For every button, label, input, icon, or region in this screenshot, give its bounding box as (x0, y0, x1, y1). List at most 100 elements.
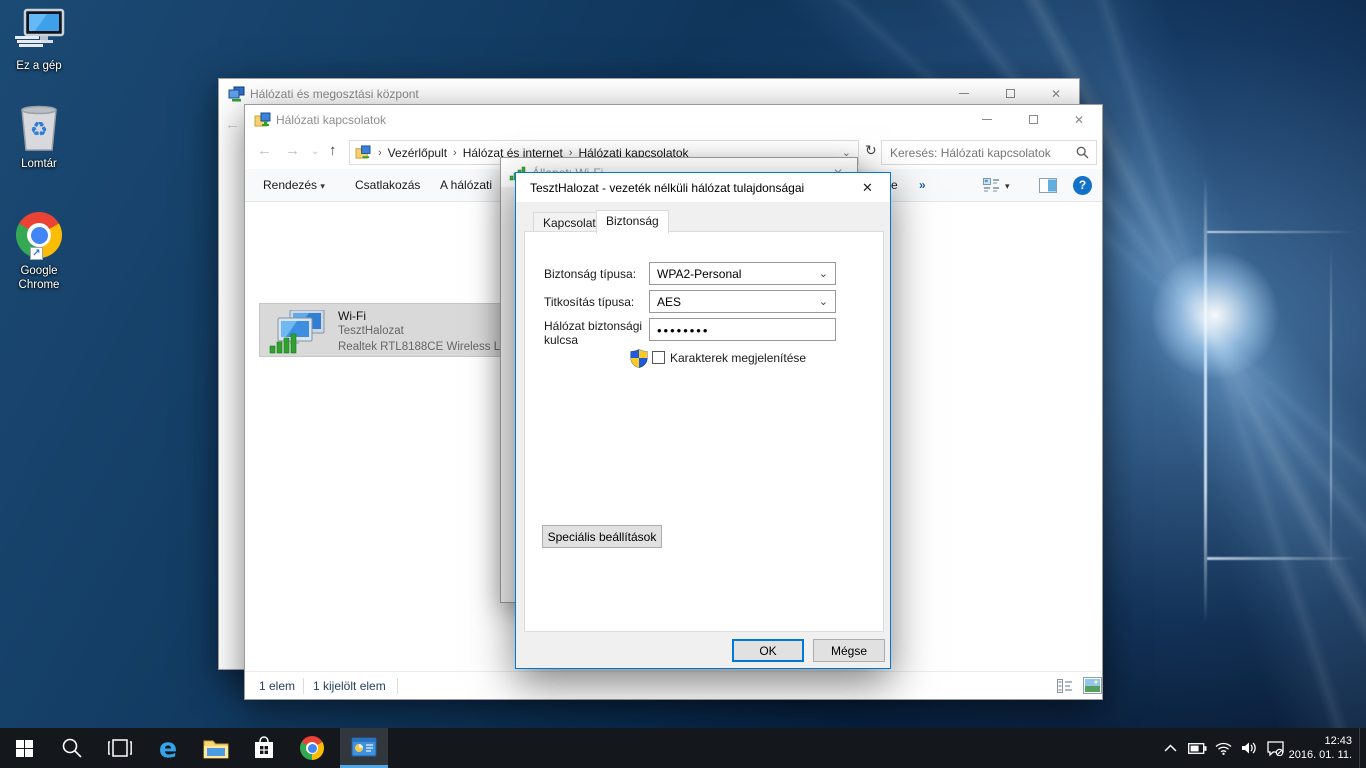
desktop-icon-this-pc[interactable]: Ez a gép (0, 8, 78, 73)
nav-history-chevron[interactable]: ⌄ (311, 146, 319, 157)
file-explorer-button[interactable] (192, 728, 240, 768)
clock-time: 12:43 (1276, 734, 1352, 748)
minimize-button[interactable] (964, 105, 1010, 134)
shortcut-arrow-icon: ↗ (30, 247, 43, 260)
address-location-icon (355, 145, 371, 160)
toolbar-overflow-chevron[interactable]: » (919, 178, 926, 192)
security-type-dropdown[interactable]: WPA2-Personal ⌄ (649, 262, 836, 285)
chrome-icon (300, 736, 324, 760)
edge-icon: e (159, 733, 177, 764)
window-title: Hálózati kapcsolatok (276, 113, 386, 127)
wallpaper-window-edge-horizontal-2 (1207, 557, 1357, 560)
show-characters-label[interactable]: Karakterek megjelenítése (670, 351, 806, 365)
recycle-bin-icon: ♻ (16, 102, 62, 154)
desktop-icon-google-chrome[interactable]: ↗ Google Chrome (0, 212, 78, 292)
search-placeholder: Keresés: Hálózati kapcsolatok (882, 146, 1051, 160)
active-app-network-button[interactable] (340, 728, 388, 768)
toolbar-connect[interactable]: Csatlakozás (355, 178, 420, 192)
search-icon (61, 737, 83, 759)
tray-battery[interactable] (1184, 728, 1210, 768)
taskbar-search-button[interactable] (48, 728, 96, 768)
store-bag-icon (253, 736, 275, 760)
title-bar[interactable]: TesztHalozat - vezeték nélküli hálózat t… (516, 173, 890, 202)
connection-ssid: TesztHalozat (338, 325, 508, 337)
chrome-icon: ↗ (16, 212, 62, 258)
ok-button[interactable]: OK (732, 639, 804, 662)
uac-shield-icon (630, 349, 648, 368)
desktop-icon-recycle-bin[interactable]: ♻ Lomtár (0, 102, 78, 171)
help-button[interactable]: ? (1073, 176, 1092, 195)
this-pc-icon (13, 8, 65, 56)
wallpaper-window-edge-vertical-2 (1330, 245, 1332, 575)
start-button[interactable] (0, 728, 48, 768)
view-dropdown-icon[interactable]: ▾ (1005, 181, 1010, 192)
crumb-separator: › (451, 147, 459, 159)
thumbnail-view-toggle-icon[interactable] (1083, 677, 1102, 694)
taskbar: e (0, 728, 1366, 768)
wifi-icon (1215, 742, 1232, 755)
chevron-down-icon: ⌄ (819, 267, 828, 280)
nav-up-button[interactable]: ↑ (329, 142, 337, 159)
chrome-taskbar-button[interactable] (288, 728, 336, 768)
taskbar-clock[interactable]: 12:43 2016. 01. 11. (1276, 734, 1352, 762)
store-button[interactable] (240, 728, 288, 768)
folder-icon (203, 738, 229, 759)
wallpaper-glow (1150, 250, 1280, 380)
network-window-icon (351, 737, 377, 757)
network-key-input[interactable]: •••••••• (649, 318, 836, 341)
desktop-icon-label: Lomtár (0, 157, 78, 171)
close-button[interactable]: ✕ (845, 173, 890, 202)
advanced-settings-button[interactable]: Speciális beállítások (542, 525, 662, 548)
wifi-connection-item[interactable]: Wi-Fi TesztHalozat Realtek RTL8188CE Wir… (259, 303, 511, 357)
dropdown-icon: ▾ (320, 181, 325, 191)
title-bar[interactable]: Hálózati kapcsolatok ✕ (245, 105, 1102, 135)
nav-back-button[interactable]: ← (257, 142, 272, 159)
item-count: 1 elem (259, 679, 295, 693)
maximize-button[interactable] (1010, 105, 1056, 134)
encryption-type-dropdown[interactable]: AES ⌄ (649, 290, 836, 313)
task-view-icon (108, 739, 132, 757)
status-bar: 1 elem 1 kijelölt elem (245, 671, 1102, 699)
wallpaper-window-edge-horizontal-1 (1207, 231, 1357, 233)
selected-count: 1 kijelölt elem (313, 679, 386, 693)
toolbar-network-command[interactable]: A hálózati (440, 178, 492, 192)
tray-volume[interactable] (1236, 728, 1262, 768)
dialog-title: TesztHalozat - vezeték nélküli hálózat t… (530, 181, 804, 195)
close-button[interactable]: ✕ (1056, 105, 1102, 134)
windows-logo-icon (16, 740, 33, 757)
details-view-toggle-icon[interactable] (1057, 679, 1073, 693)
breadcrumb-control-panel[interactable]: Vezérlőpult (384, 146, 451, 160)
chevron-up-icon (1164, 744, 1177, 752)
edge-button[interactable]: e (144, 728, 192, 768)
desktop-icon-label: Google Chrome (0, 264, 78, 292)
toolbar-clipped-text: e (891, 178, 898, 192)
view-tiles-icon[interactable] (983, 178, 1000, 193)
connection-device: Realtek RTL8188CE Wireless LAN ... (338, 341, 508, 353)
tray-wifi[interactable] (1210, 728, 1236, 768)
refresh-button[interactable]: ↻ (865, 142, 877, 159)
show-desktop-button[interactable] (1359, 728, 1366, 768)
network-key-label-line1: Hálózat biztonsági (544, 319, 642, 333)
show-characters-checkbox[interactable] (652, 351, 665, 364)
task-view-button[interactable] (96, 728, 144, 768)
encryption-type-label: Titkosítás típusa: (544, 295, 634, 309)
nav-forward-button[interactable]: → (285, 142, 300, 159)
window-title: Hálózati és megosztási központ (250, 87, 419, 101)
speaker-icon (1241, 741, 1257, 755)
network-center-icon (228, 86, 245, 102)
network-connections-icon (254, 112, 271, 128)
wifi-adapter-icon (268, 310, 330, 354)
crumb-separator: › (376, 147, 384, 159)
toolbar-organize[interactable]: Rendezés ▾ (263, 178, 325, 192)
back-nav-arrow-partial[interactable]: ← (225, 116, 240, 133)
clock-date: 2016. 01. 11. (1276, 748, 1352, 762)
search-box[interactable]: Keresés: Hálózati kapcsolatok (881, 140, 1097, 165)
preview-pane-icon[interactable] (1039, 178, 1057, 193)
search-icon[interactable] (1076, 146, 1089, 159)
battery-icon (1188, 743, 1207, 754)
desktop-icon-label: Ez a gép (0, 59, 78, 73)
tab-security[interactable]: Biztonság (596, 210, 669, 234)
tray-show-hidden-icons[interactable] (1158, 728, 1182, 768)
dialog-wireless-properties[interactable]: TesztHalozat - vezeték nélküli hálózat t… (515, 172, 891, 669)
cancel-button[interactable]: Mégse (813, 639, 885, 662)
